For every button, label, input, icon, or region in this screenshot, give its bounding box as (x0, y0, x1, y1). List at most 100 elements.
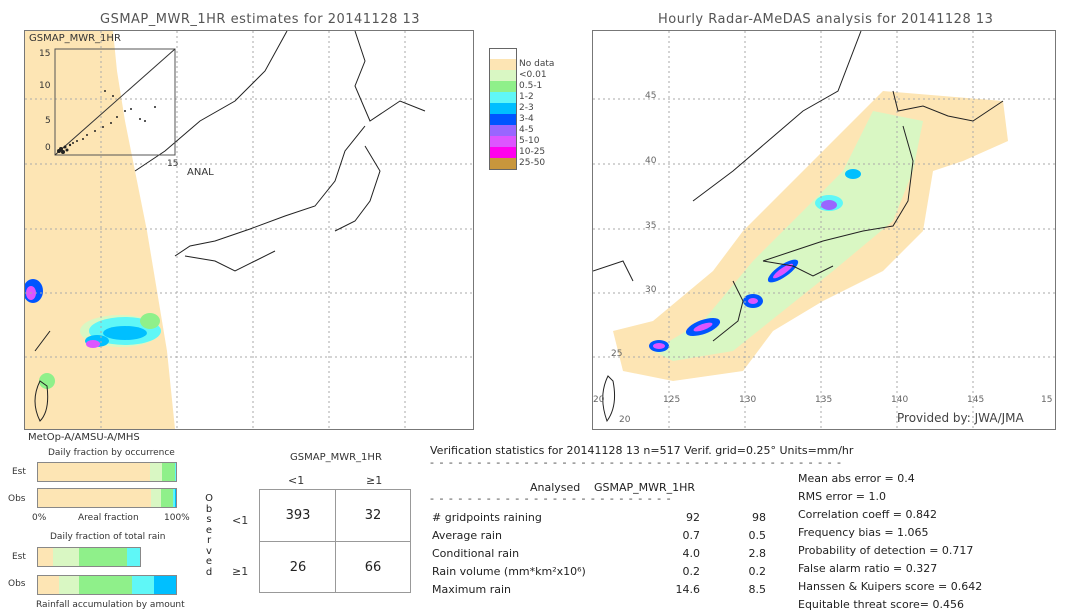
credit-label: Provided by: JWA/JMA (897, 411, 1024, 425)
observed-letter: e (205, 556, 213, 567)
stat-analysed: 4.0 (682, 547, 701, 560)
lon-tick: 135 (815, 395, 833, 405)
rain-title: Daily fraction of total rain (50, 532, 166, 542)
lon-tick: 125 (663, 395, 681, 405)
legend-swatch (489, 92, 517, 103)
stat-label: Rain volume (mm*km²x10⁶) (432, 565, 586, 578)
rain-blob (140, 313, 160, 329)
bar-segment (149, 463, 163, 481)
left-map-svg (25, 31, 473, 429)
score-line: Mean abs error = 0.4 (798, 472, 915, 485)
color-legend: No data <0.01 0.5-1 1-2 2-3 3-4 4-5 5-10 10-25 25… (489, 48, 579, 198)
bar-segment (38, 489, 152, 507)
lon-tick: 145 (967, 395, 985, 405)
coastline (354, 31, 426, 122)
rain-blob (845, 169, 861, 179)
legend-label: No data (519, 59, 555, 69)
bar-segment (58, 576, 80, 594)
contingency-cell: 393 (285, 508, 311, 523)
bar-segment (131, 576, 154, 594)
coastline (334, 145, 381, 232)
lat-tick: 25 (611, 349, 623, 359)
lat-tick: 35 (645, 221, 657, 231)
lon-tick: 130 (739, 395, 757, 405)
lat-tick: 20 (619, 415, 631, 425)
score-line: RMS error = 1.0 (798, 490, 886, 503)
observed-axis-label: Observed (204, 493, 214, 578)
legend-label: 4-5 (519, 125, 534, 135)
bar-segment (151, 489, 161, 507)
divider: - - - - - - - - - - - - - - - - - - - - … (430, 492, 672, 505)
rain-blob (821, 200, 837, 210)
legend-label: <0.01 (519, 70, 547, 80)
contingency-title: GSMAP_MWR_1HR (290, 452, 382, 463)
legend-swatch (489, 81, 517, 92)
legend-swatch (489, 147, 517, 158)
stat-label: # gridpoints raining (432, 511, 542, 524)
row-header: ≥1 (232, 565, 249, 578)
score-line: Probability of detection = 0.717 (798, 544, 974, 557)
contingency-cell: 66 (364, 560, 382, 575)
legend-swatch (489, 114, 517, 125)
occ-obs-label: Obs (8, 494, 26, 504)
bar-segment (160, 489, 174, 507)
observed-letter: r (206, 535, 212, 546)
stat-model: 2.8 (748, 547, 767, 560)
occ-est-label: Est (12, 467, 26, 477)
legend-swatch (489, 70, 517, 81)
stat-label: Maximum rain (432, 583, 511, 596)
legend-label: 25-50 (519, 158, 546, 168)
occ-obs-bar (37, 488, 177, 508)
stat-label: Conditional rain (432, 547, 520, 560)
bar-segment (79, 548, 128, 566)
legend-swatch (489, 59, 517, 70)
stat-model: 8.5 (748, 583, 767, 596)
divider: - - - - - - - - - - - - - - - - - - - - … (430, 456, 846, 469)
lon-tick: 15 (1041, 395, 1053, 405)
bar-segment (38, 463, 150, 481)
contingency-cell: 26 (289, 560, 307, 575)
legend-label: 5-10 (519, 136, 540, 146)
coastline (602, 375, 615, 423)
bar-segment (174, 463, 176, 481)
score-line: Correlation coeff = 0.842 (798, 508, 937, 521)
col-header: ≥1 (366, 474, 383, 487)
legend-swatch (489, 158, 517, 170)
inset-y-tick: 0 (45, 143, 51, 153)
stat-analysed: 0.7 (682, 529, 701, 542)
score-line: Frequency bias = 1.065 (798, 526, 929, 539)
occ-x0: 0% (32, 513, 47, 523)
rain-est-bar (37, 547, 142, 567)
rain-obs-label: Obs (8, 579, 26, 589)
lon-tick: 20 (593, 395, 605, 405)
legend-label: 10-25 (519, 147, 546, 157)
stat-analysed: 14.6 (675, 583, 701, 596)
rain-blob (748, 298, 758, 304)
inset-y-tick: 10 (39, 81, 51, 91)
score-line: Hanssen & Kuipers score = 0.642 (798, 580, 983, 593)
observed-letter: s (206, 514, 212, 525)
stat-analysed: 92 (686, 511, 700, 524)
contingency-table: 393 32 26 66 (259, 489, 411, 593)
inset-x-tick: 15 (167, 159, 179, 169)
bar-segment (38, 548, 53, 566)
score-line: Equitable threat score= 0.456 (798, 598, 964, 611)
occ-x100: 100% (164, 513, 190, 523)
contingency-cell: 32 (364, 508, 382, 523)
rain-blob (103, 326, 147, 340)
bar-segment (174, 489, 176, 507)
lon-tick: 140 (891, 395, 909, 405)
lat-tick: 40 (645, 156, 657, 166)
stat-model: 98 (752, 511, 766, 524)
right-map: 45 40 35 30 25 20 20 125 130 135 140 145… (592, 30, 1056, 430)
stat-model: 0.2 (748, 565, 767, 578)
occ-title: Daily fraction by occurrence (48, 448, 175, 458)
bar-segment (79, 576, 132, 594)
bar-segment (52, 548, 80, 566)
rain-blob (653, 343, 665, 349)
legend-label: 3-4 (519, 114, 534, 124)
col-header: <1 (288, 474, 305, 487)
right-map-svg (593, 31, 1055, 429)
legend-swatch (489, 136, 517, 147)
rain-xlabel: Rainfall accumulation by amount (36, 600, 185, 610)
